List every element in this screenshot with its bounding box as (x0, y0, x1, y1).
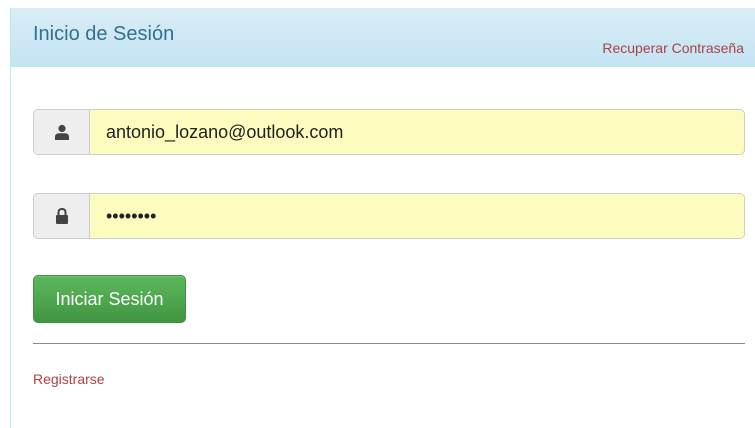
lock-icon (33, 193, 89, 239)
login-button[interactable]: Iniciar Sesión (33, 275, 186, 323)
register-link[interactable]: Registrarse (33, 371, 105, 387)
email-input-group (33, 109, 745, 155)
divider (33, 343, 745, 344)
login-panel: Inicio de Sesión Recuperar Contraseña In… (10, 8, 755, 428)
panel-heading: Inicio de Sesión Recuperar Contraseña (11, 8, 755, 67)
password-input-group (33, 193, 745, 239)
panel-title: Inicio de Sesión (33, 23, 175, 45)
recover-password-link[interactable]: Recuperar Contraseña (602, 40, 744, 56)
password-field[interactable] (89, 193, 745, 239)
user-icon (33, 109, 89, 155)
email-field[interactable] (89, 109, 745, 155)
